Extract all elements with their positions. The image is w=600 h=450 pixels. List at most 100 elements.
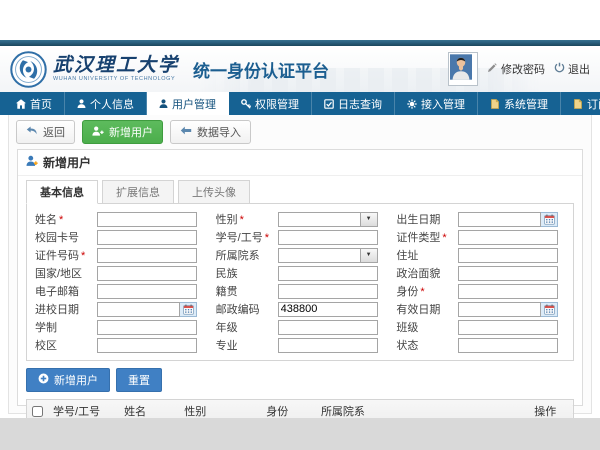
field-label: 性别* — [210, 211, 278, 227]
tab-extended-info[interactable]: 扩展信息 — [102, 180, 174, 204]
political-status-input[interactable] — [458, 266, 558, 281]
reset-button-label: 重置 — [128, 372, 150, 388]
column-header-identity: 身份 — [261, 400, 316, 418]
data-import-button[interactable]: 数据导入 — [170, 120, 251, 144]
nav-item-system-management[interactable]: 系统管理 — [478, 92, 561, 115]
valid-date-calendar-button[interactable] — [541, 302, 558, 317]
student-employee-id-input[interactable] — [278, 230, 378, 245]
campus-card-no-input[interactable] — [97, 230, 197, 245]
ethnicity-input[interactable] — [278, 266, 378, 281]
gender-input[interactable] — [278, 212, 361, 227]
field-label: 学制* — [29, 319, 97, 335]
university-name-block: 武汉理工大学 WUHAN UNIVERSITY OF TECHNOLOGY — [53, 56, 179, 83]
gender-dropdown-button[interactable]: ▼ — [361, 212, 378, 227]
native-place-input[interactable] — [278, 284, 378, 299]
section-header: 新增用户 — [18, 150, 582, 176]
form-field-campus-card-no: 校园卡号* — [29, 228, 210, 246]
logout-label: 退出 — [568, 61, 590, 77]
major-input[interactable] — [278, 338, 378, 353]
nav-item-permission-management[interactable]: 权限管理 — [229, 92, 312, 115]
add-user-icon — [92, 126, 104, 139]
department-input[interactable] — [278, 248, 361, 263]
nav-item-label: 系统管理 — [504, 96, 548, 112]
tab-basic-info[interactable]: 基本信息 — [26, 180, 98, 204]
tab-upload-avatar[interactable]: 上传头像 — [178, 180, 250, 204]
user-avatar — [448, 52, 478, 86]
field-label: 身份* — [390, 283, 458, 299]
field-label: 姓名* — [29, 211, 97, 227]
main-nav: 首页 个人信息 用户管理 权限管理 日志查询 接入管理 系统管理 订阅管理 — [0, 92, 600, 115]
form-field-enroll-date: 进校日期* — [29, 300, 210, 318]
form-field-postal-code: 邮政编码* — [210, 300, 391, 318]
class-input[interactable] — [458, 320, 558, 335]
nav-item-personal-info[interactable]: 个人信息 — [65, 92, 147, 115]
campus-input[interactable] — [97, 338, 197, 353]
column-header-department: 所属院系 — [316, 400, 529, 418]
nav-item-access-management[interactable]: 接入管理 — [395, 92, 478, 115]
university-name-en: WUHAN UNIVERSITY OF TECHNOLOGY — [53, 77, 179, 83]
enroll-date-input[interactable] — [97, 302, 180, 317]
change-password-link[interactable]: 修改密码 — [487, 61, 545, 77]
birth-date-calendar-button[interactable] — [541, 212, 558, 227]
field-control — [97, 302, 197, 317]
add-user-toolbar-button[interactable]: 新增用户 — [82, 120, 163, 144]
section-title: 新增用户 — [43, 154, 91, 171]
id-number-input[interactable] — [97, 248, 197, 263]
select-all-cell — [27, 400, 48, 418]
select-all-checkbox[interactable] — [32, 406, 43, 417]
field-control — [458, 338, 558, 353]
content-container: 返回 新增用户 — [8, 115, 592, 414]
enroll-date-calendar-button[interactable] — [180, 302, 197, 317]
field-label: 住址* — [390, 247, 458, 263]
back-button[interactable]: 返回 — [16, 120, 75, 144]
university-name: 武汉理工大学 — [53, 56, 179, 75]
form-field-address: 住址* — [390, 246, 571, 264]
birth-date-input[interactable] — [458, 212, 541, 227]
id-type-input[interactable] — [458, 230, 558, 245]
schooling-length-input[interactable] — [97, 320, 197, 335]
form-field-department: 所属院系* ▼ — [210, 246, 391, 264]
field-control — [97, 320, 197, 335]
form-field-political-status: 政治面貌* — [390, 264, 571, 282]
nav-item-subscription-management[interactable]: 订阅管理 — [561, 92, 600, 115]
form-field-class: 班级* — [390, 318, 571, 336]
form-field-grade: 年级* — [210, 318, 391, 336]
nav-item-home[interactable]: 首页 — [4, 92, 65, 115]
form-field-ethnicity: 民族* — [210, 264, 391, 282]
logout-link[interactable]: 退出 — [554, 61, 590, 77]
field-label: 学号/工号* — [210, 229, 278, 245]
form-field-identity: 身份* — [390, 282, 571, 300]
field-label: 状态* — [390, 337, 458, 353]
platform-title: 统一身份认证平台 — [193, 57, 329, 82]
submit-add-user-button[interactable]: 新增用户 — [26, 368, 110, 392]
field-label: 政治面貌* — [390, 265, 458, 281]
user-icon — [159, 99, 168, 108]
postal-code-input[interactable] — [278, 302, 378, 317]
form-field-status: 状态* — [390, 336, 571, 354]
field-control — [458, 302, 558, 317]
form-field-country-region: 国家/地区* — [29, 264, 210, 282]
result-table-wrap: 学号/工号姓名性别身份所属院系操作 — [26, 399, 574, 418]
nav-item-label: 权限管理 — [255, 96, 299, 112]
status-input[interactable] — [458, 338, 558, 353]
content-area: 返回 新增用户 — [0, 115, 600, 418]
name-input[interactable] — [97, 212, 197, 227]
field-control — [97, 266, 197, 281]
change-password-label: 修改密码 — [501, 61, 545, 77]
valid-date-input[interactable] — [458, 302, 541, 317]
data-import-label: 数据导入 — [197, 124, 241, 140]
grade-input[interactable] — [278, 320, 378, 335]
email-input[interactable] — [97, 284, 197, 299]
column-header-name: 姓名 — [119, 400, 179, 418]
department-dropdown-button[interactable]: ▼ — [361, 248, 378, 263]
nav-item-user-management[interactable]: 用户管理 — [147, 92, 229, 115]
field-label: 籍贯* — [210, 283, 278, 299]
identity-input[interactable] — [458, 284, 558, 299]
reset-button[interactable]: 重置 — [116, 368, 162, 392]
field-label: 出生日期* — [390, 211, 458, 227]
field-label: 民族* — [210, 265, 278, 281]
country-region-input[interactable] — [97, 266, 197, 281]
nav-item-log-query[interactable]: 日志查询 — [312, 92, 395, 115]
address-input[interactable] — [458, 248, 558, 263]
form-field-id-type: 证件类型* — [390, 228, 571, 246]
